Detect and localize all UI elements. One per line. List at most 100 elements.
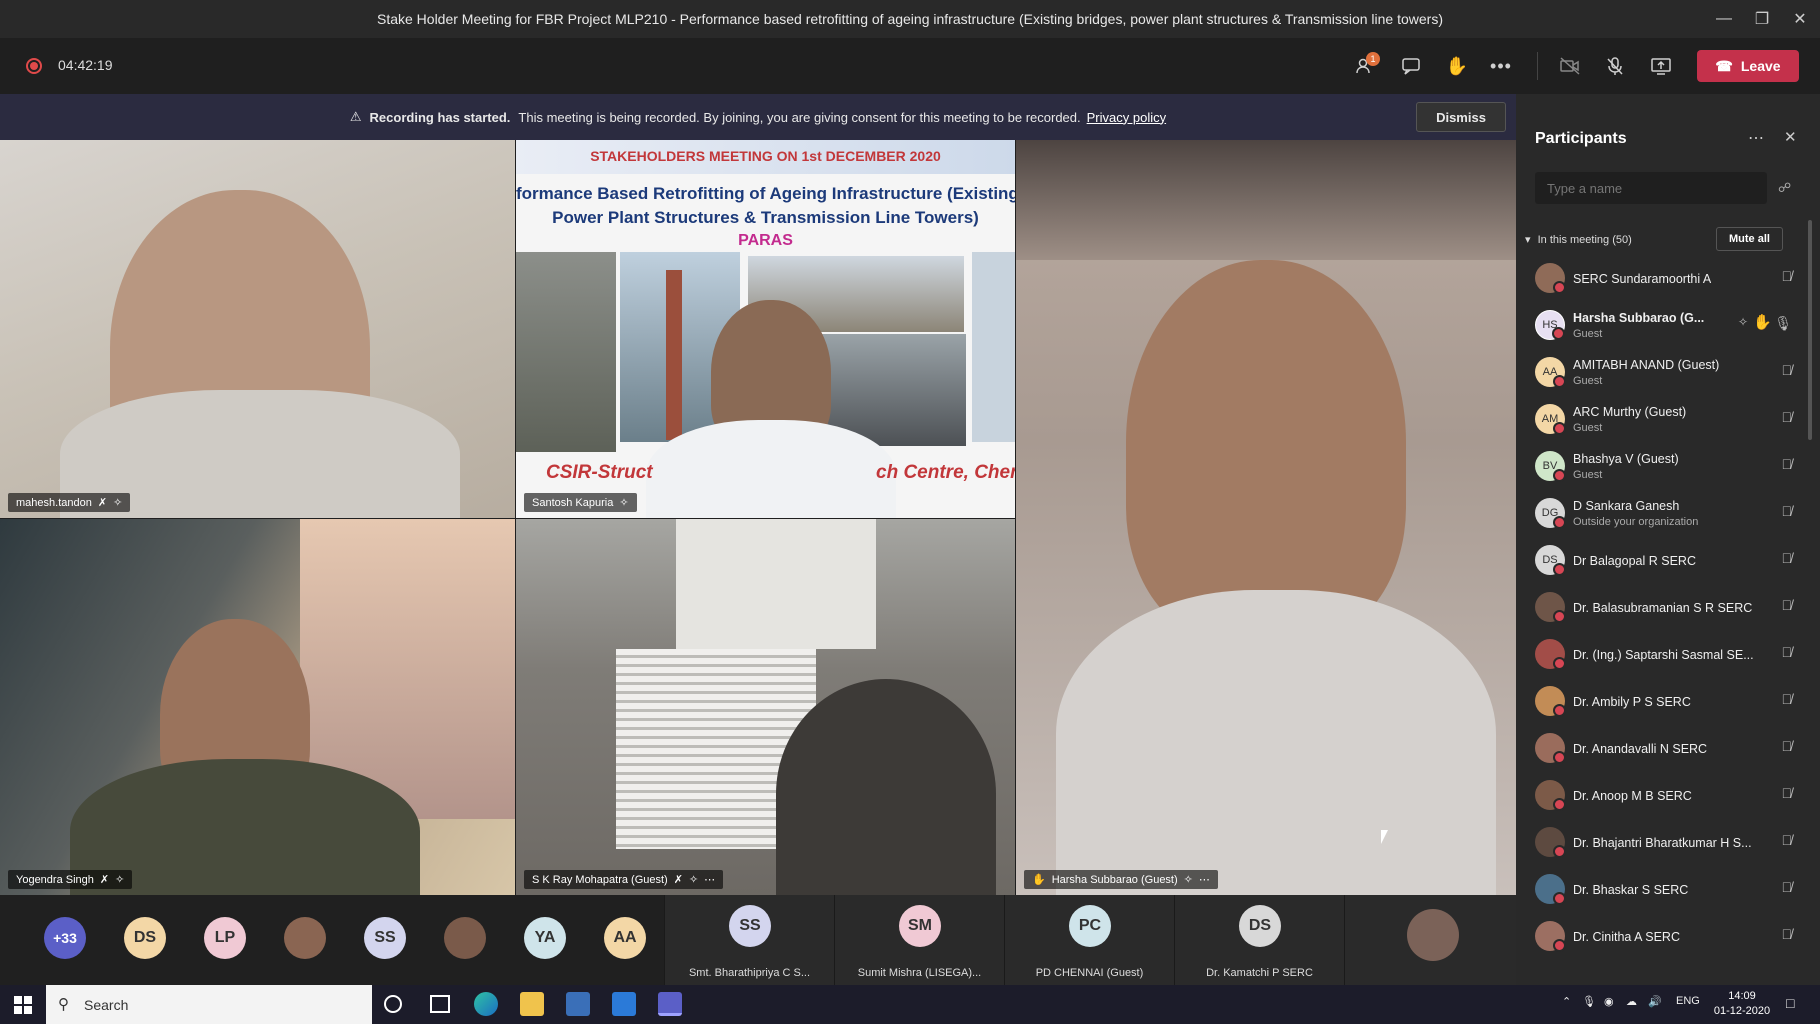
slide-footer-right: ch Centre, Chenn [876, 462, 1015, 483]
mic-toggle-button[interactable] [1598, 50, 1632, 82]
mic-muted-icon: 🎙̸ [1781, 409, 1793, 425]
close-window-icon[interactable]: ✕ [1780, 0, 1820, 38]
leave-button[interactable]: ☎ Leave [1697, 50, 1799, 82]
strip-tile[interactable]: SS Smt. Bharathipriya C S... [664, 895, 834, 985]
meeting-timer: 04:42:19 [58, 57, 113, 73]
video-tile-santosh-kapuria[interactable]: STAKEHOLDERS MEETING ON 1st DECEMBER 202… [516, 140, 1015, 518]
avatar-photo [1535, 592, 1566, 623]
taskbar-search-box[interactable]: ⚲ Search [46, 985, 372, 1024]
video-tile-harsha-subbarao[interactable]: ✋ Harsha Subbarao (Guest) ✧ ⋯ [1016, 140, 1516, 895]
file-explorer-icon[interactable] [520, 992, 544, 1016]
tile-more-icon[interactable]: ⋯ [704, 873, 715, 886]
chrome-tray-icon[interactable]: ◉ [1604, 995, 1614, 1008]
avatar: DS [1239, 905, 1281, 947]
participant-sub: Guest [1573, 328, 1603, 340]
avatar-photo [1535, 733, 1566, 764]
mic-muted-icon: 🎙̸ [1781, 832, 1793, 848]
network-icon[interactable]: ☁ [1626, 995, 1637, 1008]
video-tile-yogendra-singh[interactable]: Yogendra Singh ✗ ✧ [0, 519, 515, 895]
avatar-photo [1535, 827, 1566, 858]
dismiss-button[interactable]: Dismiss [1416, 102, 1506, 132]
share-icon [1651, 58, 1671, 75]
panel-close-icon[interactable]: ✕ [1784, 128, 1797, 146]
avatar[interactable]: AA [604, 917, 646, 959]
tray-mic-icon[interactable]: 🎙 [1582, 995, 1596, 1008]
mail-icon[interactable] [612, 992, 636, 1016]
participant-row[interactable]: AA AMITABH ANAND (Guest) Guest 🎙̸ [1516, 352, 1806, 398]
participant-row[interactable]: Dr. Balasubramanian S R SERC 🎙̸ [1516, 587, 1806, 633]
participant-search-input[interactable] [1535, 172, 1767, 204]
strip-tile[interactable]: SM Sumit Mishra (LISEGA)... [834, 895, 1004, 985]
tile-name: Yogendra Singh [16, 873, 94, 886]
language-indicator[interactable]: ENG [1676, 995, 1700, 1007]
participant-row[interactable]: Dr. Cinitha A SERC 🎙̸ [1516, 916, 1806, 962]
participant-name: Dr. Cinitha A SERC [1573, 930, 1680, 944]
restore-icon[interactable]: ❐ [1742, 0, 1782, 38]
minimize-icon[interactable]: — [1704, 0, 1744, 38]
mic-muted-icon: 🎙̸ [1781, 785, 1793, 801]
participant-row[interactable]: DS Dr Balagopal R SERC 🎙̸ [1516, 540, 1806, 586]
participant-row[interactable]: Dr. Anoop M B SERC 🎙̸ [1516, 775, 1806, 821]
strip-tile[interactable]: PC PD CHENNAI (Guest) [1004, 895, 1174, 985]
tile-more-icon[interactable]: ⋯ [1199, 873, 1210, 886]
participant-row[interactable]: Dr. Ambily P S SERC 🎙̸ [1516, 681, 1806, 727]
taskbar-clock[interactable]: 14:09 01-12-2020 [1712, 989, 1772, 1019]
name-tag: ✋ Harsha Subbarao (Guest) ✧ ⋯ [1024, 870, 1218, 889]
show-participants-button[interactable]: 1 [1348, 50, 1382, 82]
store-icon[interactable] [566, 992, 590, 1016]
avatar-photo [1535, 639, 1566, 670]
share-screen-button[interactable] [1644, 50, 1678, 82]
participant-row[interactable]: Dr. Bhajantri Bharatkumar H S... 🎙̸ [1516, 822, 1806, 868]
privacy-policy-link[interactable]: Privacy policy [1087, 110, 1166, 125]
participant-name: Dr. Anoop M B SERC [1573, 789, 1692, 803]
video-tile-mahesh-tandon[interactable]: mahesh.tandon ✗ ✧ [0, 140, 515, 518]
camera-toggle-button[interactable] [1553, 50, 1587, 82]
name-tag: mahesh.tandon ✗ ✧ [8, 493, 131, 512]
avatar[interactable]: LP [204, 917, 246, 959]
taskbar-search-label: Search [84, 996, 129, 1013]
notification-icon[interactable]: □ [1786, 995, 1794, 1011]
slide-title-line1: formance Based Retrofitting of Ageing In… [516, 184, 1015, 203]
strip-tile[interactable]: DS Dr. Kamatchi P SERC [1174, 895, 1344, 985]
teams-icon[interactable] [658, 992, 682, 1016]
participant-row[interactable]: Dr. Anandavalli N SERC 🎙̸ [1516, 728, 1806, 774]
chat-button[interactable] [1394, 50, 1428, 82]
slide-title-line2: Power Plant Structures & Transmission Li… [552, 208, 979, 227]
slide-footer-left: CSIR-Struct [546, 462, 653, 483]
share-invite-icon[interactable]: ☍ [1778, 180, 1791, 196]
tray-chevron-icon[interactable]: ⌃ [1562, 995, 1571, 1008]
avatar[interactable]: SS [364, 917, 406, 959]
avatar[interactable]: DS [124, 917, 166, 959]
tile-name: mahesh.tandon [16, 496, 92, 509]
strip-tile-video[interactable] [1344, 895, 1516, 985]
task-view-icon[interactable] [430, 995, 450, 1013]
more-actions-button[interactable]: ••• [1484, 50, 1518, 82]
participant-row[interactable]: HS Harsha Subbarao (G... Guest ✧ ✋ 🎙 [1516, 305, 1806, 351]
overflow-participants-button[interactable]: +33 [44, 917, 86, 959]
participant-row[interactable]: Dr. Bhaskar S SERC 🎙̸ [1516, 869, 1806, 915]
avatar[interactable]: YA [524, 917, 566, 959]
participant-row[interactable]: Dr. (Ing.) Saptarshi Sasmal SE... 🎙̸ [1516, 634, 1806, 680]
hand-icon: ✋ [1445, 55, 1469, 76]
in-meeting-section[interactable]: ▾ In this meeting (50) [1525, 233, 1632, 246]
participant-row[interactable]: AM ARC Murthy (Guest) Guest 🎙̸ [1516, 399, 1806, 445]
volume-icon[interactable]: 🔊 [1648, 995, 1662, 1008]
mute-all-button[interactable]: Mute all [1716, 227, 1783, 251]
avatar-photo[interactable] [444, 917, 486, 959]
mic-muted-icon: 🎙̸ [1781, 503, 1793, 519]
participant-row[interactable]: DG D Sankara Ganesh Outside your organiz… [1516, 493, 1806, 539]
panel-scrollbar[interactable] [1808, 220, 1812, 440]
participant-row[interactable]: BV Bhashya V (Guest) Guest 🎙̸ [1516, 446, 1806, 492]
video-tile-sk-ray-mohapatra[interactable]: S K Ray Mohapatra (Guest) ✗ ✧ ⋯ [516, 519, 1015, 895]
participant-name: Dr. Balasubramanian S R SERC [1573, 601, 1753, 615]
avatar-photo [1535, 263, 1566, 294]
cortana-icon[interactable] [384, 995, 402, 1013]
leave-label: Leave [1740, 58, 1781, 74]
pin-icon[interactable]: ✧ [1738, 315, 1748, 329]
windows-start-icon[interactable] [14, 996, 32, 1014]
participant-row[interactable]: SERC Sundaramoorthi A 🎙̸ [1516, 258, 1806, 304]
edge-icon[interactable] [474, 992, 498, 1016]
raise-hand-button[interactable]: ✋ [1440, 50, 1474, 82]
avatar-photo[interactable] [284, 917, 326, 959]
panel-more-icon[interactable]: ⋯ [1748, 128, 1764, 148]
